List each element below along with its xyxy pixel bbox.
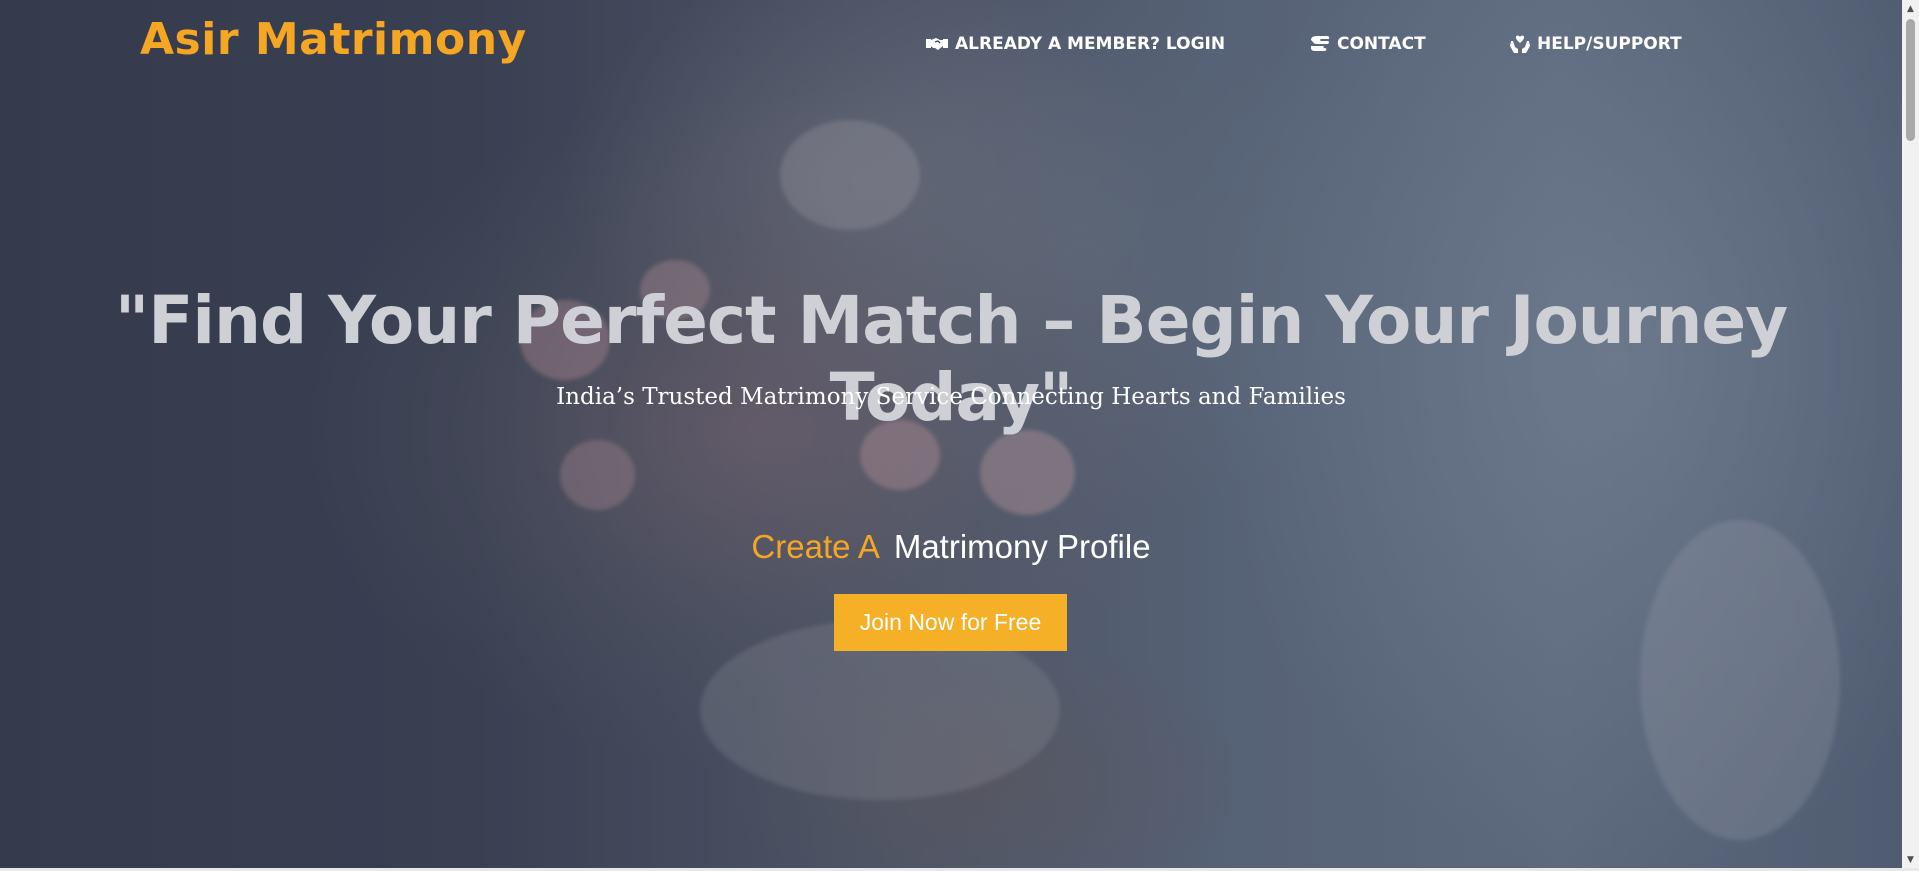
scrollbar-thumb[interactable] [1906,19,1915,141]
brand-logo-text[interactable]: Asir Matrimony [140,14,527,65]
handshake-icon [925,35,949,53]
cta-heading-rest: Matrimony Profile [893,528,1151,565]
nav-help-label: HELP/SUPPORT [1537,34,1682,54]
hero-headline: "Find Your Perfect Match – Begin Your Jo… [114,282,1788,436]
nav-login-link[interactable]: ALREADY A MEMBER? LOGIN [925,34,1225,54]
nav-login-label: ALREADY A MEMBER? LOGIN [955,34,1226,54]
hands-heart-icon [1509,34,1531,54]
nav-contact-label: CONTACT [1337,34,1426,54]
scroll-down-arrow-icon[interactable]: ▼ [1902,851,1919,868]
nav-help-link[interactable]: HELP/SUPPORT [1509,34,1682,54]
scroll-up-arrow-icon[interactable]: ▲ [1902,0,1919,17]
join-now-button[interactable]: Join Now for Free [834,594,1067,651]
cta-heading-accent: Create A [751,528,880,565]
cta-heading: Create A Matrimony Profile [0,528,1902,566]
hero-tagline: India’s Trusted Matrimony Service Connec… [556,384,1346,410]
nav-contact-link[interactable]: CONTACT [1309,34,1426,54]
page-viewport: Asir Matrimony ALREADY A MEMBER? LOGIN C… [0,0,1902,868]
vertical-scrollbar[interactable]: ▲ ▼ [1902,0,1919,868]
contact-hand-icon [1309,34,1331,54]
